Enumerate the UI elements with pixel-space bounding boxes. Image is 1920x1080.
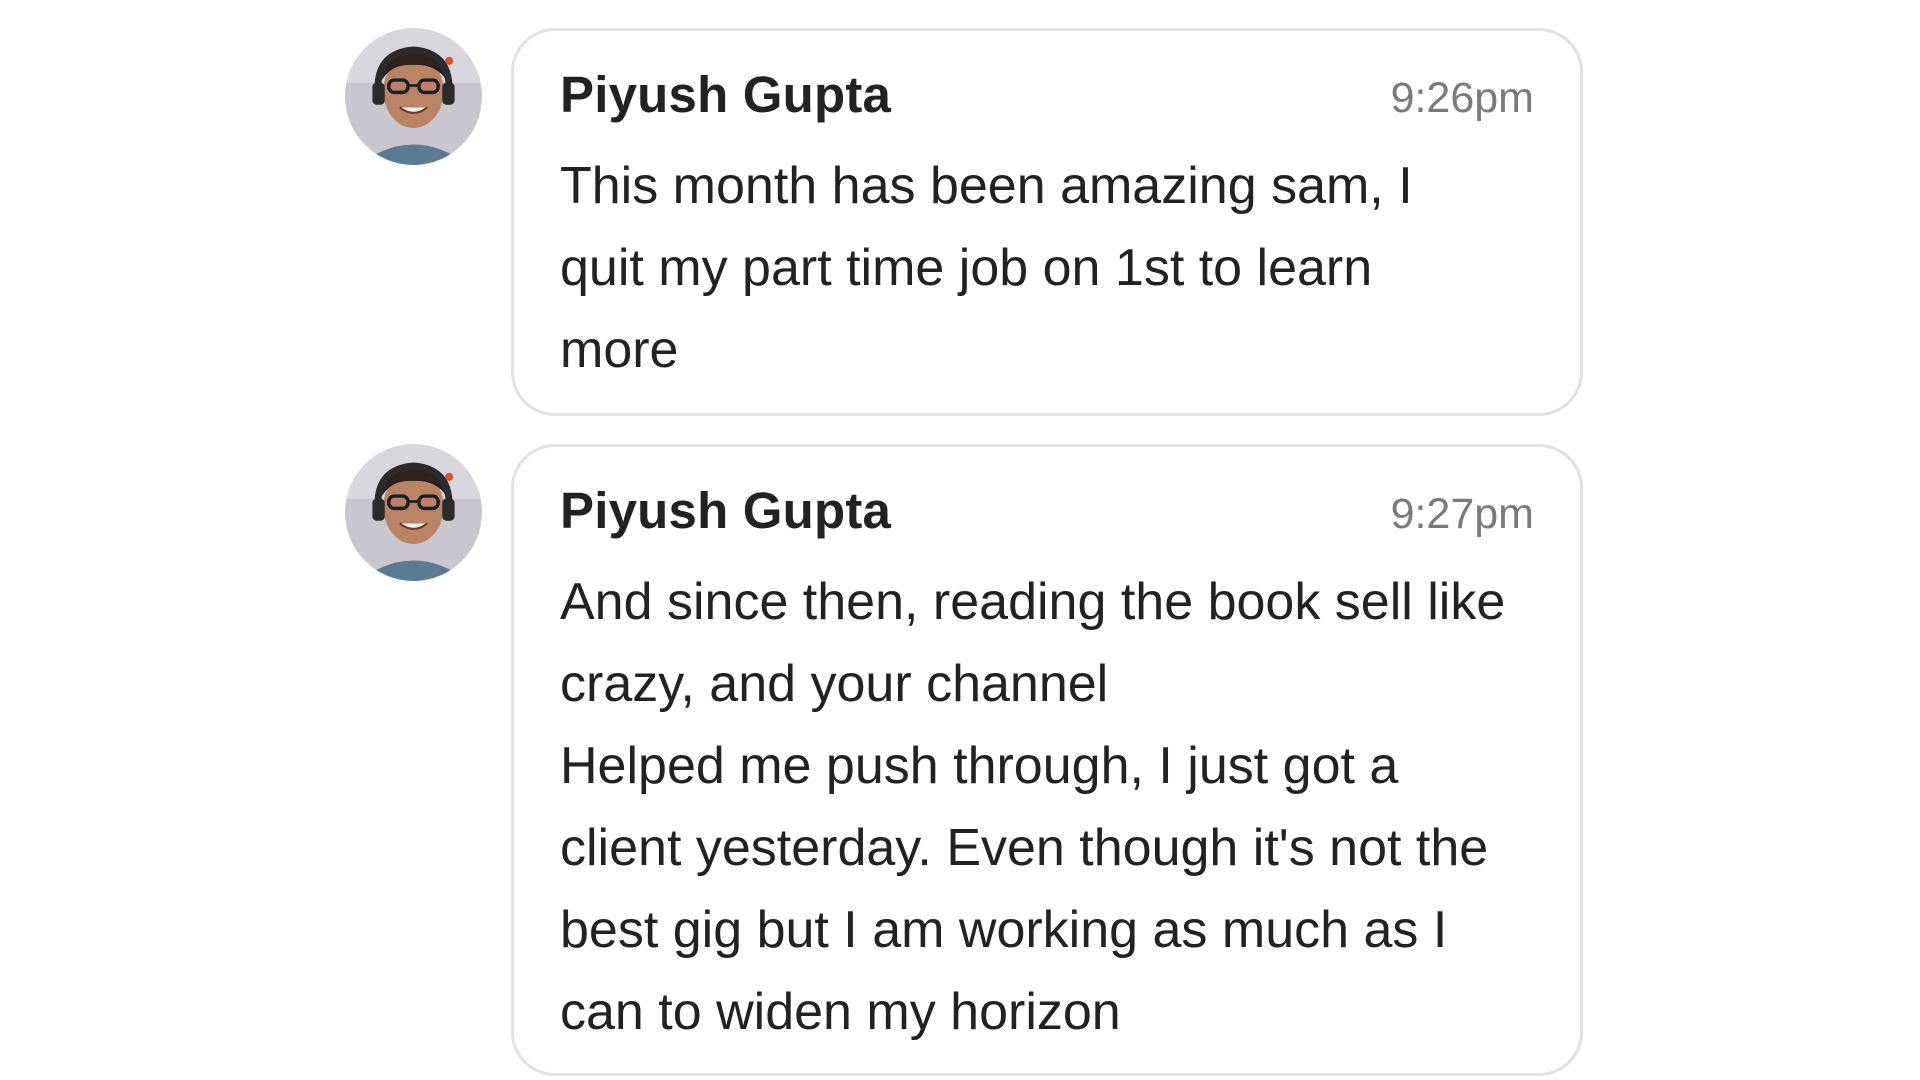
sender-name: Piyush Gupta: [560, 66, 892, 123]
message-bubble[interactable]: Piyush Gupta 9:26pm This month has been …: [511, 28, 1583, 416]
user-photo-icon: [345, 28, 482, 165]
message-timestamp: 9:26pm: [1390, 74, 1534, 122]
message-header: Piyush Gupta 9:26pm: [560, 65, 1534, 127]
message-bubble[interactable]: Piyush Gupta 9:27pm And since then, read…: [511, 444, 1583, 1076]
message-header: Piyush Gupta 9:27pm: [560, 481, 1534, 543]
message-text: This month has been amazing sam, I quit …: [560, 157, 1413, 379]
message-timestamp: 9:27pm: [1390, 490, 1534, 538]
user-photo-icon: [345, 444, 482, 581]
chat-thread: Piyush Gupta 9:26pm This month has been …: [0, 0, 1920, 1080]
sender-name: Piyush Gupta: [560, 482, 892, 539]
message-text: And since then, reading the book sell li…: [560, 573, 1506, 1041]
avatar[interactable]: [345, 28, 482, 165]
avatar[interactable]: [345, 444, 482, 581]
